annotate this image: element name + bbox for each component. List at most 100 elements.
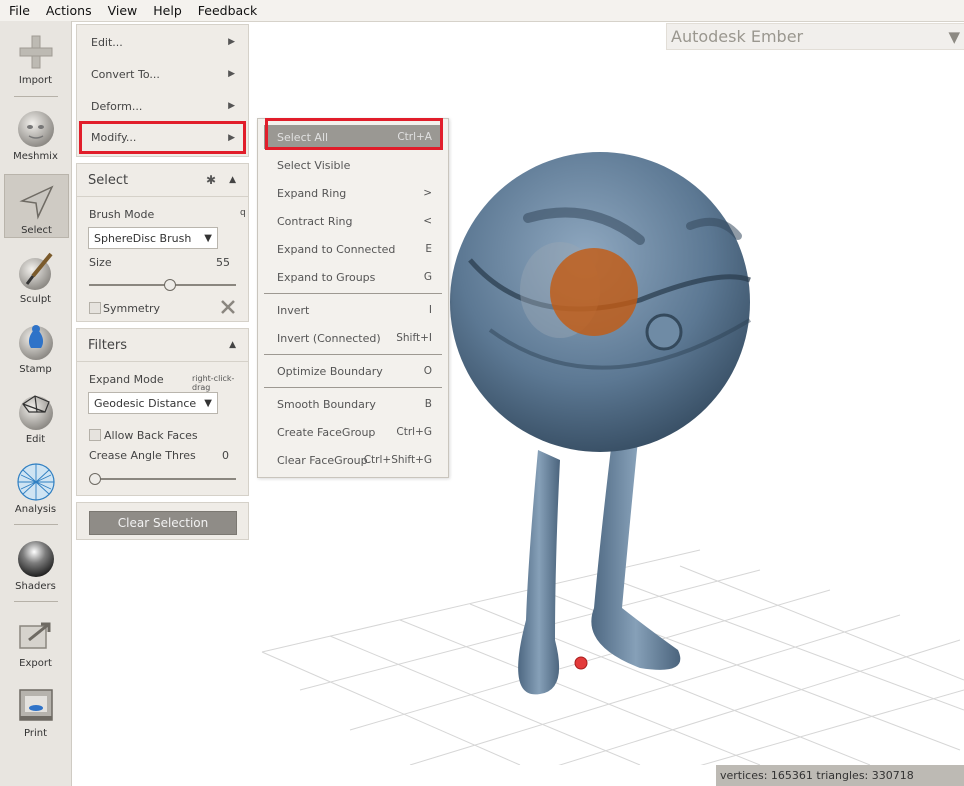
expand-mode-label: Expand Mode [89, 373, 164, 386]
action-menu-modify[interactable]: Modify... ▶ [79, 121, 246, 154]
tool-select[interactable]: Select [4, 174, 69, 238]
size-slider-handle[interactable] [164, 279, 176, 291]
submenu-invert-label: Invert [277, 303, 310, 317]
submenu-invert[interactable]: Invert I [264, 298, 442, 322]
submenu-invert-connected-shortcut: Shift+I [396, 332, 432, 344]
submenu-optimize-boundary-label: Optimize Boundary [277, 364, 383, 378]
mesh-sphere-icon [16, 463, 55, 501]
tool-sculpt[interactable]: Sculpt [4, 244, 67, 310]
brush-mode-value: SphereDisc Brush [94, 231, 192, 245]
mesh-stats-status: vertices: 165361 triangles: 330718 [716, 765, 964, 786]
submenu-contract-ring[interactable]: Contract Ring < [264, 209, 442, 233]
submenu-invert-connected-label: Invert (Connected) [277, 331, 381, 345]
clear-selection-button[interactable]: Clear Selection [89, 511, 237, 535]
crease-angle-label: Crease Angle Thres [89, 449, 196, 462]
expand-mode-dropdown[interactable]: Geodesic Distance ▼ [88, 392, 218, 414]
submenu-expand-groups[interactable]: Expand to Groups G [264, 265, 442, 289]
submenu-expand-ring-shortcut: > [423, 187, 432, 199]
submenu-expand-connected-shortcut: E [425, 243, 432, 255]
action-menu-modify-label: Modify... [91, 131, 137, 144]
tool-stamp[interactable]: Stamp [4, 314, 67, 380]
tool-print-label: Print [23, 728, 47, 739]
submenu-invert-connected[interactable]: Invert (Connected) Shift+I [264, 326, 442, 350]
plus-icon [19, 35, 52, 69]
submenu-divider [264, 387, 442, 388]
filters-panel: Filters ▲ Expand Mode right-click-drag G… [76, 328, 249, 496]
pivot-marker [574, 656, 588, 670]
submenu-create-facegroup-label: Create FaceGroup [277, 425, 376, 439]
tool-sculpt-label: Sculpt [19, 294, 52, 305]
tool-shaders[interactable]: Shaders [4, 531, 67, 597]
chrome-sphere-icon [17, 541, 54, 577]
tool-select-label: Select [21, 225, 52, 236]
submenu-smooth-boundary-shortcut: B [424, 398, 432, 410]
chevron-right-icon: ▶ [228, 37, 235, 47]
expand-mode-value: Geodesic Distance [94, 396, 197, 410]
tool-print[interactable]: Print [4, 678, 67, 744]
gear-icon[interactable]: ✱ [206, 173, 216, 187]
printer-selector[interactable]: Autodesk Ember ▼ [666, 23, 964, 50]
submenu-smooth-boundary[interactable]: Smooth Boundary B [264, 392, 442, 416]
brush-mode-label: Brush Mode [89, 208, 155, 221]
select-panel: Select ✱ ▲ Brush Mode q SphereDisc Brush… [76, 163, 249, 322]
menu-actions[interactable]: Actions [37, 0, 99, 21]
collapse-up-icon[interactable]: ▲ [229, 175, 236, 185]
action-menu-edit[interactable]: Edit... ▶ [80, 28, 245, 56]
select-panel-header[interactable]: Select ✱ ▲ [77, 164, 248, 197]
submenu-optimize-boundary-shortcut: O [423, 365, 432, 377]
filters-panel-header[interactable]: Filters ▲ [77, 329, 248, 362]
tools-icon[interactable] [220, 299, 236, 315]
select-all-highlight [265, 118, 443, 150]
submenu-clear-facegroup-label: Clear FaceGroup [277, 453, 368, 467]
crease-angle-slider-track[interactable] [89, 478, 236, 480]
symmetry-label: Symmetry [103, 302, 161, 315]
menu-view[interactable]: View [99, 0, 145, 21]
export-icon [18, 622, 50, 649]
submenu-clear-facegroup[interactable]: Clear FaceGroup Ctrl+Shift+G [264, 448, 442, 472]
submenu-expand-ring-label: Expand Ring [277, 186, 347, 200]
selection-brush-sphere [550, 248, 638, 336]
stamp-sphere-icon [18, 325, 53, 360]
action-menu-deform[interactable]: Deform... ▶ [80, 92, 245, 120]
chevron-right-icon: ▶ [228, 101, 235, 111]
printer-icon [18, 689, 53, 721]
submenu-expand-connected[interactable]: Expand to Connected E [264, 237, 442, 261]
submenu-optimize-boundary[interactable]: Optimize Boundary O [264, 359, 442, 383]
submenu-expand-groups-shortcut: G [423, 271, 432, 283]
submenu-expand-ring[interactable]: Expand Ring > [264, 181, 442, 205]
arrow-cursor-icon [18, 185, 54, 220]
tool-stamp-label: Stamp [19, 364, 52, 375]
tool-export[interactable]: Export [4, 608, 67, 674]
submenu-create-facegroup[interactable]: Create FaceGroup Ctrl+G [264, 420, 442, 444]
submenu-divider [264, 354, 442, 355]
menu-feedback[interactable]: Feedback [189, 0, 265, 21]
size-slider-track[interactable] [89, 284, 236, 286]
action-menu-convert[interactable]: Convert To... ▶ [80, 60, 245, 88]
crease-angle-slider-handle[interactable] [89, 473, 101, 485]
symmetry-checkbox[interactable] [89, 302, 101, 314]
tool-analysis[interactable]: Analysis [4, 454, 67, 520]
collapse-up-icon[interactable]: ▲ [229, 340, 236, 350]
menu-help[interactable]: Help [144, 0, 189, 21]
brush-mode-dropdown[interactable]: SphereDisc Brush ▼ [88, 227, 218, 249]
size-value: 55 [216, 256, 230, 269]
submenu-select-visible[interactable]: Select Visible [264, 153, 442, 177]
tool-import[interactable]: Import [4, 25, 67, 91]
tool-meshmix[interactable]: Meshmix [4, 101, 67, 167]
brush-mode-hotkey: q [240, 208, 246, 218]
submenu-expand-connected-label: Expand to Connected [277, 242, 396, 256]
submenu-invert-shortcut: I [428, 304, 432, 316]
brush-sphere-icon [18, 252, 53, 290]
tool-import-label: Import [18, 75, 53, 86]
allow-back-faces-label: Allow Back Faces [104, 429, 198, 442]
menubar: File Actions View Help Feedback [0, 0, 964, 22]
model-right-leg [591, 440, 681, 670]
model-left-leg [518, 450, 560, 695]
dropdown-triangle-icon: ▼ [948, 27, 960, 46]
menu-file[interactable]: File [0, 0, 37, 21]
tool-edit[interactable]: Edit [4, 384, 67, 450]
bunny-head-icon [17, 111, 54, 147]
toolbar-divider [14, 524, 58, 525]
wireframe-sphere-icon [18, 395, 53, 430]
allow-back-faces-checkbox[interactable] [89, 429, 101, 441]
